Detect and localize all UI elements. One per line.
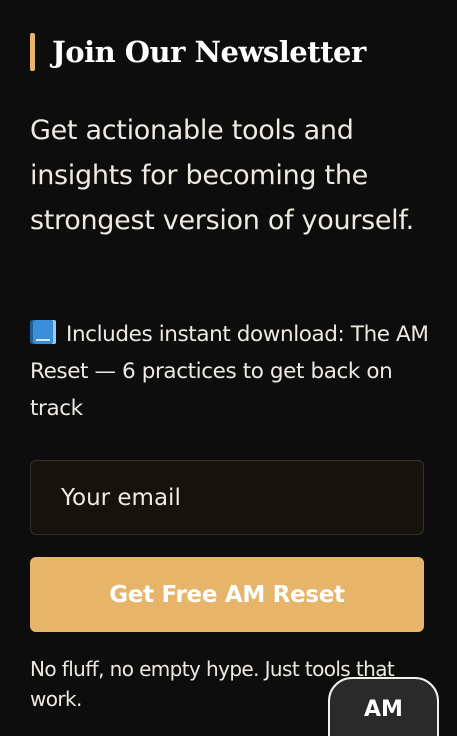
download-note: Includes instant download: The AM Reset … bbox=[30, 316, 430, 427]
download-note-text: Includes instant download: The AM Reset … bbox=[30, 322, 429, 421]
newsletter-description: Get actionable tools and insights for be… bbox=[30, 115, 414, 236]
email-input[interactable] bbox=[30, 460, 424, 535]
accent-bar bbox=[30, 33, 35, 71]
blue-book-icon bbox=[30, 320, 56, 344]
newsletter-title: Join Our Newsletter bbox=[52, 35, 366, 69]
newsletter-heading: Join Our Newsletter bbox=[30, 32, 366, 72]
get-free-am-reset-button[interactable]: Get Free AM Reset bbox=[30, 557, 424, 632]
am-floating-button[interactable]: AM bbox=[328, 677, 439, 736]
